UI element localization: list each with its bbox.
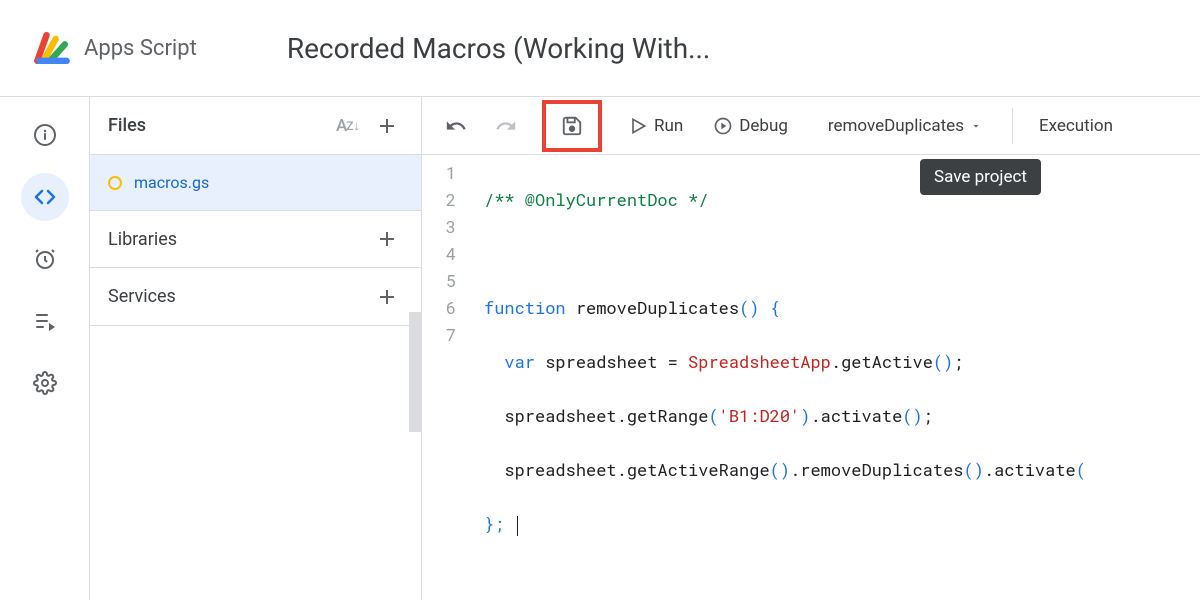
save-button-highlight <box>542 100 602 152</box>
code-content[interactable]: /** @OnlyCurrentDoc */ function removeDu… <box>464 159 1200 600</box>
files-scrollbar[interactable] <box>409 312 421 432</box>
save-tooltip: Save project <box>920 159 1041 195</box>
undo-button[interactable] <box>436 106 476 146</box>
execution-log-button[interactable]: Execution <box>1031 116 1121 136</box>
nav-executions[interactable] <box>21 297 69 345</box>
line-gutter: 1 2 3 4 5 6 7 <box>422 159 464 600</box>
sort-button[interactable]: AZ↓ <box>336 116 359 136</box>
text-cursor <box>517 516 519 536</box>
nav-rail <box>0 97 90 600</box>
add-file-button[interactable] <box>371 110 403 142</box>
app-name: Apps Script <box>84 36 197 61</box>
toolbar-divider <box>1012 108 1013 144</box>
function-selector[interactable]: removeDuplicates <box>816 106 994 146</box>
files-header-label: Files <box>108 115 146 136</box>
chevron-down-icon <box>970 120 982 132</box>
editor-area: Run Debug removeDuplicates Execution Sav… <box>422 97 1200 600</box>
services-section: Services <box>90 268 421 326</box>
run-button[interactable]: Run <box>618 106 693 146</box>
redo-button[interactable] <box>486 106 526 146</box>
services-label: Services <box>108 286 176 307</box>
file-item-macros[interactable]: macros.gs <box>90 155 421 210</box>
file-name: macros.gs <box>134 173 209 192</box>
debug-label: Debug <box>739 116 788 136</box>
nav-overview[interactable] <box>21 111 69 159</box>
libraries-section: Libraries <box>90 210 421 268</box>
main: Files AZ↓ macros.gs Libraries Services <box>0 97 1200 600</box>
editor-toolbar: Run Debug removeDuplicates Execution <box>422 97 1200 155</box>
apps-script-logo-icon <box>30 26 74 70</box>
libraries-label: Libraries <box>108 229 177 250</box>
add-service-button[interactable] <box>371 281 403 313</box>
nav-settings[interactable] <box>21 359 69 407</box>
save-button[interactable] <box>548 106 596 146</box>
files-header: Files AZ↓ <box>90 97 421 155</box>
unsaved-indicator-icon <box>108 176 122 190</box>
app-logo-group: Apps Script <box>30 26 197 70</box>
add-library-button[interactable] <box>371 223 403 255</box>
nav-triggers[interactable] <box>21 235 69 283</box>
nav-editor[interactable] <box>21 173 69 221</box>
files-panel: Files AZ↓ macros.gs Libraries Services <box>90 97 422 600</box>
run-label: Run <box>654 116 683 136</box>
function-selected-name: removeDuplicates <box>828 116 964 136</box>
code-editor[interactable]: 1 2 3 4 5 6 7 /** @OnlyCurrentDoc */ fun… <box>422 155 1200 600</box>
project-title[interactable]: Recorded Macros (Working With... <box>287 32 710 65</box>
header: Apps Script Recorded Macros (Working Wit… <box>0 0 1200 97</box>
debug-button[interactable]: Debug <box>703 106 798 146</box>
